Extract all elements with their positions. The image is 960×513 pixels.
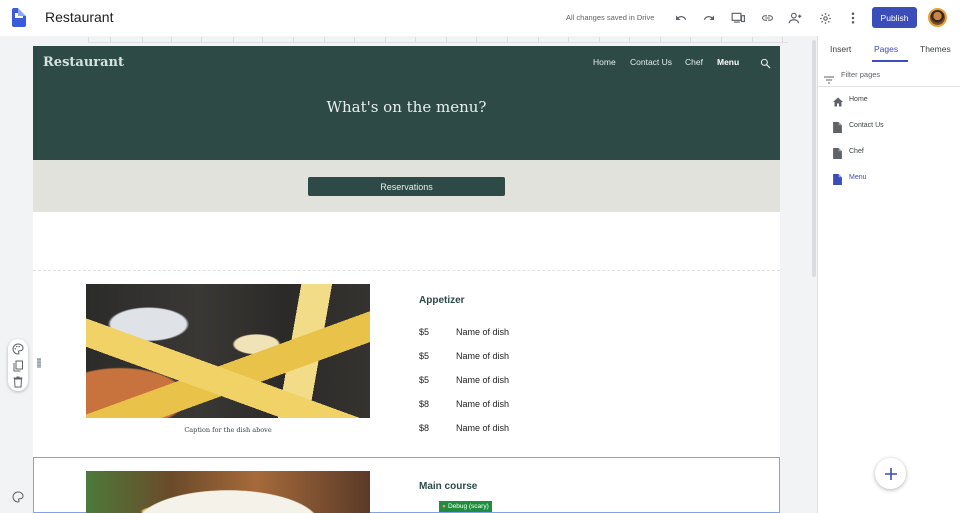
tab-insert[interactable]: Insert	[830, 44, 851, 54]
nav-contact-us[interactable]: Contact Us	[630, 57, 672, 67]
appetizer-title[interactable]: Appetizer	[419, 295, 465, 306]
document-title[interactable]: Restaurant	[45, 9, 113, 25]
dish-price[interactable]: $5	[419, 351, 429, 361]
undo-icon[interactable]	[673, 10, 689, 26]
link-icon[interactable]	[759, 10, 775, 26]
filter-placeholder: Filter pages	[841, 70, 881, 79]
main-course-image[interactable]	[86, 471, 370, 513]
tab-pages[interactable]: Pages	[874, 44, 898, 54]
page-item-label: Menu	[849, 174, 867, 181]
add-icon	[884, 467, 897, 480]
site-title[interactable]: Restaurant	[43, 55, 124, 70]
save-status: All changes saved in Drive	[566, 13, 655, 22]
hero-section[interactable]: Restaurant Home Contact Us Chef Menu Wha…	[33, 46, 780, 160]
delete-icon[interactable]	[12, 375, 24, 388]
page-icon	[833, 172, 843, 185]
dish-price[interactable]: $5	[419, 327, 429, 337]
sites-logo-icon[interactable]	[12, 8, 26, 27]
redo-icon[interactable]	[701, 10, 717, 26]
section-tools	[8, 339, 28, 391]
image-caption[interactable]: Caption for the dish above	[86, 426, 370, 434]
appetizer-image[interactable]	[86, 284, 370, 418]
reservations-button[interactable]: Reservations	[308, 177, 505, 196]
page-icon	[833, 146, 843, 159]
nav-chef[interactable]: Chef	[685, 57, 703, 67]
top-bar: Restaurant All changes saved in Drive Pu…	[0, 0, 960, 36]
nav-home[interactable]: Home	[593, 57, 616, 67]
palette-icon[interactable]	[12, 490, 24, 508]
search-icon[interactable]	[760, 56, 771, 74]
avatar[interactable]	[928, 8, 947, 27]
page-item-label: Home	[849, 96, 868, 103]
hero-heading[interactable]: What's on the menu?	[33, 98, 780, 116]
side-panel: Insert Pages Themes Filter pages Home Co…	[817, 36, 960, 513]
debug-badge-label: Debug (scary)	[447, 503, 489, 510]
tab-themes[interactable]: Themes	[920, 44, 951, 54]
dish-name[interactable]: Name of dish	[456, 399, 509, 409]
section-divider	[33, 270, 780, 271]
page-icon	[833, 120, 843, 133]
filter-pages-input[interactable]: Filter pages	[824, 69, 959, 84]
ruler	[88, 37, 788, 43]
preview-icon[interactable]	[730, 10, 746, 26]
drag-handle[interactable]	[37, 358, 41, 368]
page-item-menu[interactable]: Menu	[833, 172, 953, 185]
more-icon[interactable]	[845, 10, 861, 26]
page-item-contact-us[interactable]: Contact Us	[833, 120, 953, 133]
main-course-title[interactable]: Main course	[419, 481, 477, 492]
canvas-scrollbar[interactable]	[812, 40, 816, 277]
reservations-band: Reservations	[33, 160, 780, 212]
site-page: Restaurant Home Contact Us Chef Menu Wha…	[33, 46, 780, 513]
divider	[818, 86, 960, 87]
dish-name[interactable]: Name of dish	[456, 327, 509, 337]
dish-price[interactable]: $8	[419, 423, 429, 433]
page-item-label: Contact Us	[849, 122, 884, 129]
dish-name[interactable]: Name of dish	[456, 423, 509, 433]
home-icon	[833, 94, 843, 107]
active-tab-indicator	[872, 60, 908, 62]
share-icon[interactable]	[787, 10, 803, 26]
bug-icon: ●	[442, 503, 446, 510]
page-item-label: Chef	[849, 148, 864, 155]
page-item-chef[interactable]: Chef	[833, 146, 953, 159]
palette-icon[interactable]	[12, 342, 24, 355]
nav-menu[interactable]: Menu	[717, 57, 739, 67]
debug-badge: ● Debug (scary)	[439, 501, 492, 512]
duplicate-icon[interactable]	[12, 359, 24, 372]
page-item-home[interactable]: Home	[833, 94, 953, 107]
dish-name[interactable]: Name of dish	[456, 351, 509, 361]
dish-name[interactable]: Name of dish	[456, 375, 509, 385]
dish-price[interactable]: $5	[419, 375, 429, 385]
publish-button[interactable]: Publish	[872, 7, 917, 28]
settings-icon[interactable]	[817, 10, 833, 26]
dish-price[interactable]: $8	[419, 399, 429, 409]
add-page-button[interactable]	[875, 458, 906, 489]
